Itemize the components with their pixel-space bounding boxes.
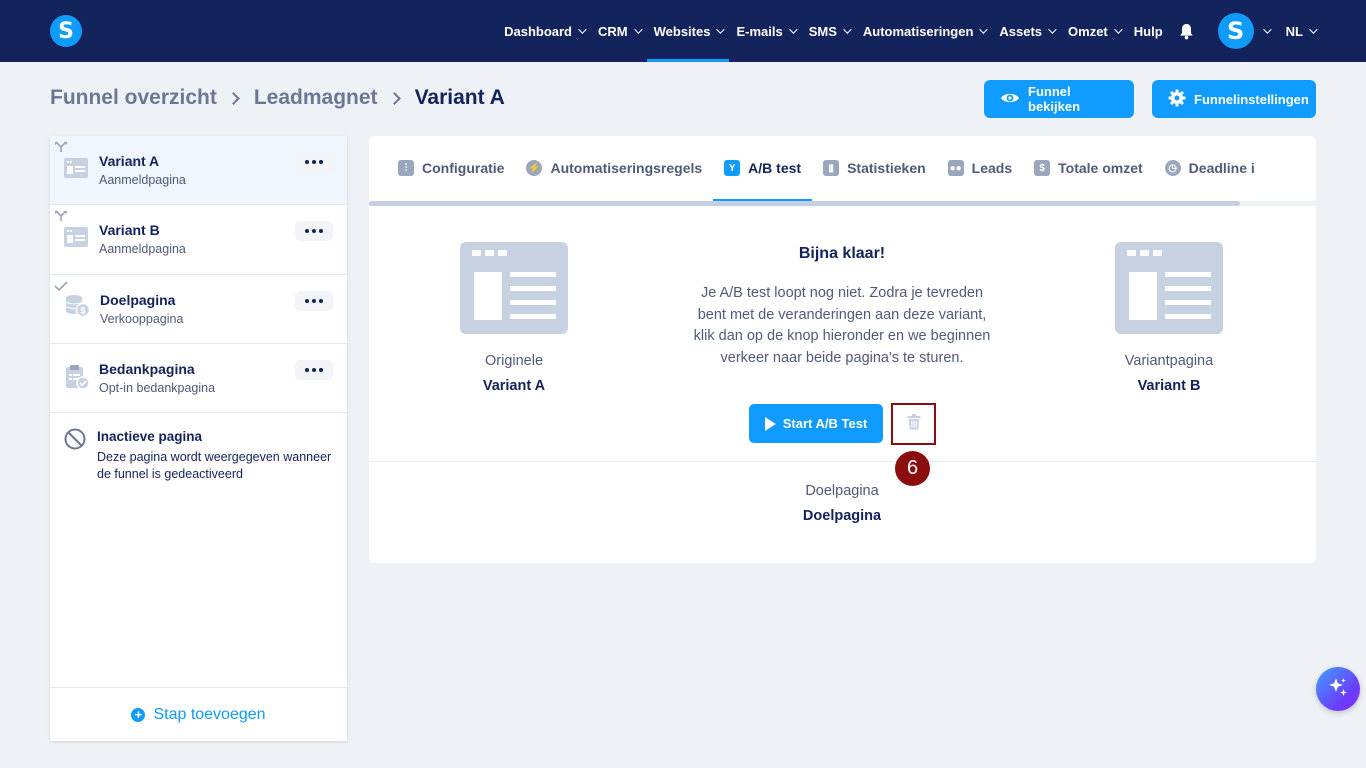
scrollbar-thumb[interactable] bbox=[369, 201, 1240, 206]
tab-automatiseringsregels[interactable]: ⚡ Automatiseringsregels bbox=[515, 136, 713, 200]
chevron-down-icon bbox=[1113, 25, 1123, 34]
split-icon bbox=[54, 140, 70, 158]
step-options-button[interactable] bbox=[295, 221, 333, 241]
landing-page-icon bbox=[64, 227, 88, 252]
tab-totale-omzet[interactable]: $ Totale omzet bbox=[1023, 136, 1154, 200]
chevron-down-icon bbox=[1048, 25, 1057, 34]
variant-page-illustration bbox=[1115, 242, 1223, 334]
split-icon: Y bbox=[724, 160, 741, 176]
coins-icon: $ bbox=[64, 294, 91, 323]
divider bbox=[369, 461, 1316, 462]
chevron-down-icon bbox=[788, 25, 798, 34]
ab-test-card: ⫶ Configuratie ⚡ Automatiseringsregels Y A/… bbox=[369, 136, 1316, 563]
view-funnel-button[interactable]: Funnel bekijken bbox=[984, 80, 1134, 118]
chevron-right-icon bbox=[226, 91, 240, 105]
nav-assets[interactable]: Assets bbox=[992, 0, 1061, 62]
nav-crm[interactable]: CRM bbox=[591, 0, 647, 62]
step-bedankpagina[interactable]: Bedankpagina Opt-in bedankpagina bbox=[50, 344, 347, 413]
breadcrumb-leadmagnet[interactable]: Leadmagnet bbox=[254, 86, 378, 110]
nav-menu: Dashboard CRM Websites E-mails SMS Autom… bbox=[497, 0, 1366, 62]
play-icon bbox=[764, 416, 776, 431]
nav-emails[interactable]: E-mails bbox=[729, 0, 801, 62]
gear-icon bbox=[1168, 89, 1186, 110]
breadcrumb-current: Variant A bbox=[414, 86, 505, 109]
bell-icon[interactable] bbox=[1176, 0, 1198, 62]
step-variant-a[interactable]: Variant A Aanmeldpagina bbox=[50, 136, 347, 205]
trash-icon bbox=[907, 413, 921, 435]
status-title: Bijna klaar! bbox=[798, 245, 886, 262]
original-page-illustration bbox=[460, 242, 568, 334]
chevron-down-icon bbox=[716, 25, 726, 34]
original-label: Originele bbox=[484, 353, 544, 369]
avatar: S bbox=[1217, 13, 1254, 49]
chevron-down-icon bbox=[843, 25, 852, 34]
sliders-icon: ⫶ bbox=[398, 160, 414, 176]
top-navigation: S Dashboard CRM Websites E-mails SMS Aut… bbox=[0, 0, 1366, 62]
app-logo[interactable]: S bbox=[50, 15, 82, 47]
landing-page-icon bbox=[64, 158, 88, 183]
breadcrumb-funnel-overview[interactable]: Funnel overzicht bbox=[50, 86, 217, 110]
chevron-down-icon bbox=[633, 25, 643, 34]
step-doelpagina[interactable]: $ Doelpagina Verkooppagina bbox=[50, 275, 347, 344]
language-selector[interactable]: NL bbox=[1279, 0, 1322, 62]
start-ab-test-button[interactable]: Start A/B Test bbox=[749, 404, 883, 443]
annotation-badge: 6 bbox=[895, 451, 930, 486]
original-name: Variant A bbox=[482, 378, 546, 394]
chevron-down-icon bbox=[578, 25, 587, 34]
users-icon: ●● bbox=[947, 160, 964, 176]
tab-scrollbar[interactable] bbox=[369, 201, 1316, 206]
step-options-button[interactable] bbox=[295, 291, 333, 311]
chevron-down-icon bbox=[979, 25, 989, 34]
split-icon bbox=[54, 209, 70, 227]
user-menu[interactable]: S bbox=[1217, 0, 1279, 62]
step-options-button[interactable] bbox=[295, 152, 333, 172]
variant-label: Variantpagina bbox=[1124, 353, 1214, 369]
tab-bar: ⫶ Configuratie ⚡ Automatiseringsregels Y A/… bbox=[369, 136, 1316, 202]
lightning-icon: ⚡ bbox=[526, 160, 543, 176]
prohibited-icon bbox=[64, 428, 86, 455]
clipboard-check-icon bbox=[64, 364, 90, 395]
step-options-button[interactable] bbox=[295, 360, 333, 380]
funnel-steps-sidebar: Variant A Aanmeldpagina Variant B Aanmel… bbox=[50, 136, 347, 741]
chevron-down-icon bbox=[1309, 25, 1318, 34]
nav-automatiseringen[interactable]: Automatiseringen bbox=[856, 0, 993, 62]
delete-variant-button[interactable] bbox=[891, 403, 936, 445]
nav-dashboard[interactable]: Dashboard bbox=[497, 0, 591, 62]
variant-name: Variant B bbox=[1137, 378, 1201, 394]
chevron-right-icon bbox=[387, 91, 401, 105]
nav-websites[interactable]: Websites bbox=[646, 0, 730, 62]
eye-icon bbox=[1000, 91, 1020, 108]
clock-icon: ◷ bbox=[1164, 160, 1181, 176]
sparkle-icon bbox=[1327, 676, 1349, 703]
status-description: Je A/B test loopt nog niet. Zodra je tev… bbox=[693, 285, 991, 366]
svg-text:$: $ bbox=[80, 307, 86, 317]
add-step-button[interactable]: + Stap toevoegen bbox=[50, 687, 347, 741]
target-page-name: Doelpagina bbox=[802, 508, 882, 524]
nav-sms[interactable]: SMS bbox=[802, 0, 856, 62]
tab-leads[interactable]: ●● Leads bbox=[937, 136, 1023, 200]
tab-statistieken[interactable]: ▮ Statistieken bbox=[812, 136, 937, 200]
plus-icon: + bbox=[131, 707, 146, 722]
tab-ab-test[interactable]: Y A/B test bbox=[713, 136, 812, 201]
tab-deadline[interactable]: ◷ Deadline i bbox=[1154, 136, 1266, 200]
funnel-settings-button[interactable]: Funnelinstellingen bbox=[1152, 80, 1316, 118]
step-variant-b[interactable]: Variant B Aanmeldpagina bbox=[50, 205, 347, 275]
nav-hulp[interactable]: Hulp bbox=[1127, 0, 1170, 62]
breadcrumb: Funnel overzicht Leadmagnet Variant A bbox=[50, 86, 505, 110]
chevron-down-icon bbox=[1262, 25, 1272, 34]
chart-icon: ▮ bbox=[823, 160, 840, 176]
tab-configuratie[interactable]: ⫶ Configuratie bbox=[387, 136, 515, 200]
ai-assistant-button[interactable] bbox=[1316, 667, 1360, 711]
nav-omzet[interactable]: Omzet bbox=[1061, 0, 1127, 62]
dollar-icon: $ bbox=[1034, 160, 1051, 176]
